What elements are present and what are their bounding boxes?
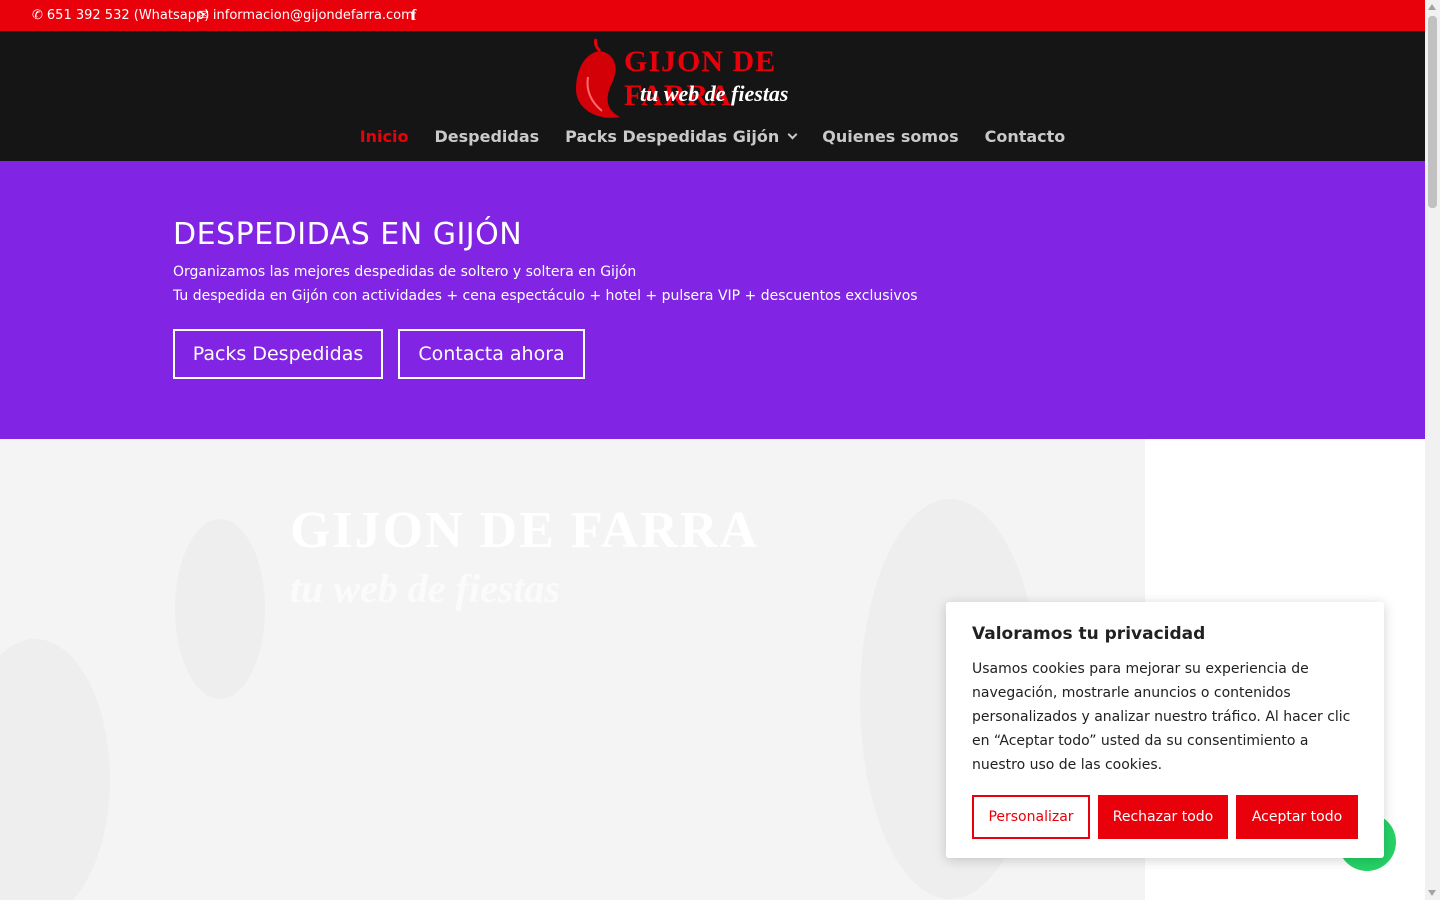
overlay-subtitle: tu web de fiestas: [290, 566, 560, 611]
cookie-banner: Valoramos tu privacidad Usamos cookies p…: [946, 602, 1384, 858]
nav-item-packs-label: Packs Despedidas Gijón: [565, 127, 780, 146]
nav-item-despedidas[interactable]: Despedidas: [435, 127, 540, 146]
scrollbar[interactable]: [1425, 0, 1440, 900]
cookie-buttons: Personalizar Rechazar todo Aceptar todo: [972, 795, 1358, 839]
phone-text: 651 392 532 (Whatsapp): [46, 8, 210, 23]
hero-text-line-1: Organizamos las mejores despedidas de so…: [173, 264, 637, 280]
scroll-up-arrow-icon[interactable]: [1428, 4, 1436, 10]
accept-all-button[interactable]: Aceptar todo: [1236, 795, 1358, 839]
nav-item-packs-despedidas[interactable]: Packs Despedidas Gijón: [565, 127, 798, 146]
site-header: GIJON DE FARRA tu web de fiestas Inicio …: [0, 31, 1425, 161]
nav-item-contacto[interactable]: Contacto: [985, 127, 1066, 146]
main-nav: Inicio Despedidas Packs Despedidas Gijón…: [0, 127, 1425, 146]
facebook-icon[interactable]: f: [411, 0, 416, 31]
top-bar: ✆ 651 392 532 (Whatsapp) ✉ informacion@g…: [0, 0, 1425, 31]
nav-item-inicio[interactable]: Inicio: [360, 127, 409, 146]
reject-all-button[interactable]: Rechazar todo: [1098, 795, 1228, 839]
packs-despedidas-button[interactable]: Packs Despedidas: [173, 329, 383, 379]
ghost-pepper-shape: [175, 519, 265, 699]
hero-section: DESPEDIDAS EN GIJÓN Organizamos las mejo…: [0, 161, 1425, 439]
phone-icon: ✆: [32, 8, 43, 23]
mail-icon: ✉: [198, 8, 209, 23]
scroll-down-arrow-icon[interactable]: [1428, 890, 1436, 896]
site-logo[interactable]: GIJON DE FARRA tu web de fiestas: [570, 37, 860, 121]
phone-link[interactable]: ✆ 651 392 532 (Whatsapp): [32, 0, 209, 31]
cookie-title: Valoramos tu privacidad: [972, 624, 1206, 644]
hero-title: DESPEDIDAS EN GIJÓN: [173, 217, 523, 252]
chili-pepper-icon: [576, 38, 620, 118]
scrollbar-thumb[interactable]: [1428, 16, 1437, 208]
cookie-text: Usamos cookies para mejorar su experienc…: [972, 661, 1351, 773]
hero-text-line-2: Tu despedida en Gijón con actividades + …: [173, 288, 918, 304]
overlay-title: GIJON DE FARRA: [290, 502, 760, 559]
email-text: informacion@gijondefarra.com: [212, 8, 414, 23]
contacta-ahora-button[interactable]: Contacta ahora: [398, 329, 585, 379]
chevron-down-icon: [787, 129, 798, 140]
logo-subtitle: tu web de fiestas: [640, 81, 789, 106]
customize-button[interactable]: Personalizar: [972, 795, 1090, 839]
email-link[interactable]: ✉ informacion@gijondefarra.com: [198, 0, 414, 31]
ghost-left-shape: [0, 639, 110, 900]
nav-item-quienes-somos[interactable]: Quienes somos: [822, 127, 958, 146]
